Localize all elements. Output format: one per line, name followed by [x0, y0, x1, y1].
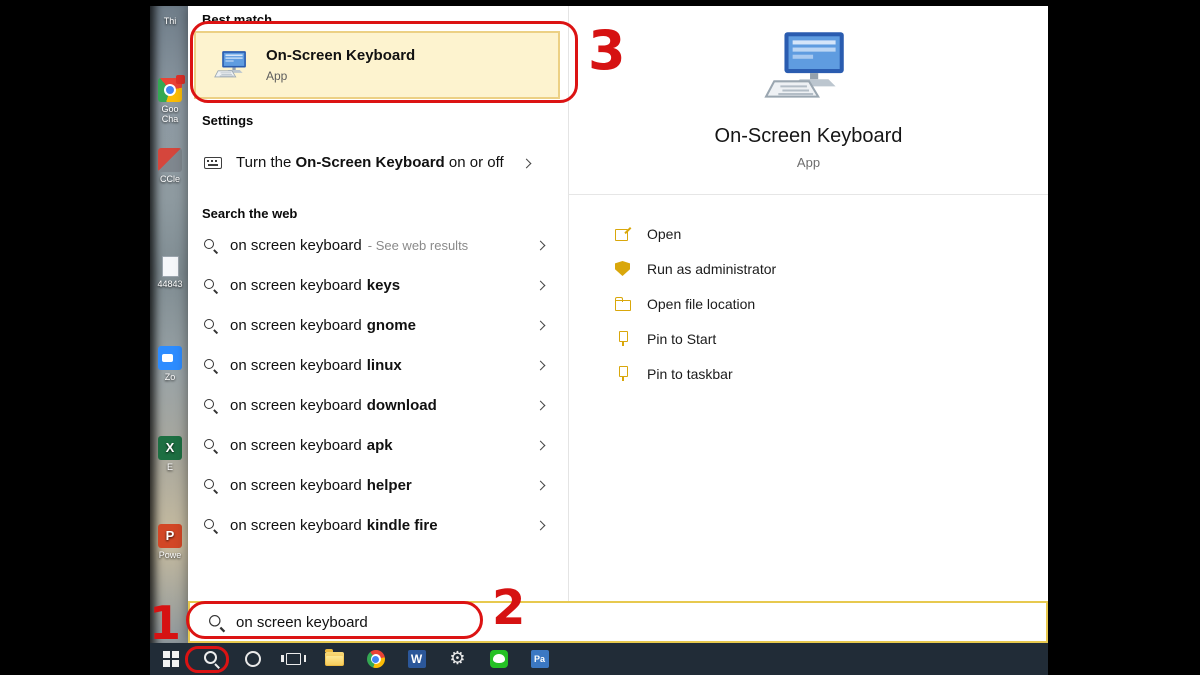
web-suggestion[interactable]: on screen keyboard- See web results [188, 225, 568, 265]
settings-result-osk-toggle[interactable]: Turn the On-Screen Keyboard on or off [188, 132, 568, 194]
line-button[interactable] [478, 643, 519, 675]
best-match-subtitle: App [266, 69, 415, 83]
chevron-right-icon [536, 240, 546, 250]
cortana-button[interactable] [232, 643, 273, 675]
search-input[interactable] [234, 613, 554, 632]
paint-icon: Pa [531, 650, 549, 668]
chevron-right-icon [536, 320, 546, 330]
search-box[interactable] [188, 601, 1048, 643]
action-open-file-location[interactable]: Open file location [615, 286, 1048, 321]
web-suggestion[interactable]: on screen keyboardgnome [188, 305, 568, 345]
search-icon [204, 279, 217, 292]
search-icon [204, 651, 220, 667]
chevron-right-icon [536, 480, 546, 490]
folder-icon [325, 652, 344, 666]
desktop-wallpaper: Thi Goo Cha CCle 44843 Zo E Powe [150, 6, 188, 643]
desktop-icon-zoom[interactable]: Zo [152, 346, 188, 382]
action-pin-to-start[interactable]: Pin to Start [615, 321, 1048, 356]
document-icon [162, 256, 179, 277]
on-screen-keyboard-icon [764, 30, 854, 106]
search-web-header: Search the web [188, 202, 568, 225]
web-suggestion[interactable]: on screen keyboardkindle fire [188, 505, 568, 545]
desktop-icon-google-chrome[interactable]: Goo Cha [152, 78, 188, 125]
desktop-icon-powerpoint[interactable]: Powe [152, 524, 188, 560]
preview-title: On-Screen Keyboard [569, 125, 1048, 148]
task-view-icon [286, 653, 301, 665]
pin-icon [615, 331, 630, 346]
settings-header: Settings [188, 109, 568, 132]
search-icon [204, 239, 217, 252]
folder-icon [615, 296, 630, 311]
search-icon [204, 399, 217, 412]
action-run-as-administrator[interactable]: Run as administrator [615, 251, 1048, 286]
desktop-icon-this-pc[interactable]: Thi [152, 16, 188, 26]
notification-badge [176, 75, 185, 84]
chevron-right-icon [536, 400, 546, 410]
context-actions: Open Run as administrator Open file loca… [569, 195, 1048, 391]
desktop-icon-file[interactable]: 44843 [152, 256, 188, 289]
paint-button[interactable]: Pa [519, 643, 560, 675]
search-icon [204, 359, 217, 372]
gear-icon [449, 650, 465, 668]
word-button[interactable]: W [396, 643, 437, 675]
ccleaner-icon [158, 148, 182, 172]
best-match-header: Best match [188, 8, 568, 31]
settings-button[interactable] [437, 643, 478, 675]
preview-panel: On-Screen Keyboard App Open Run as admin… [568, 6, 1048, 601]
cortana-icon [245, 651, 261, 667]
start-search-flyout: Best match On-Screen Keyboard App [188, 6, 1048, 643]
keyboard-icon [204, 157, 222, 169]
shield-icon [615, 261, 630, 276]
word-icon: W [408, 650, 426, 668]
search-icon [209, 615, 224, 630]
zoom-icon [158, 346, 182, 370]
best-match-result[interactable]: On-Screen Keyboard App [194, 31, 560, 99]
chevron-right-icon [536, 360, 546, 370]
open-icon [615, 226, 630, 241]
taskbar-search-button[interactable] [191, 643, 232, 675]
best-match-title: On-Screen Keyboard [266, 47, 415, 64]
taskbar: W Pa [150, 643, 1048, 675]
desktop-icon-excel[interactable]: E [152, 436, 188, 472]
powerpoint-icon [158, 524, 182, 548]
preview-subtitle: App [569, 155, 1048, 170]
search-icon [204, 319, 217, 332]
chrome-icon [158, 78, 182, 102]
excel-icon [158, 436, 182, 460]
settings-result-label: Turn the On-Screen Keyboard on or off [236, 152, 509, 175]
web-suggestion[interactable]: on screen keyboarddownload [188, 385, 568, 425]
chevron-right-icon [536, 520, 546, 530]
chrome-icon [367, 650, 385, 668]
search-icon [204, 439, 217, 452]
desktop-icon-ccleaner[interactable]: CCle [152, 148, 188, 184]
action-pin-to-taskbar[interactable]: Pin to taskbar [615, 356, 1048, 391]
screen: Thi Goo Cha CCle 44843 Zo E Powe [0, 0, 1200, 675]
web-suggestion[interactable]: on screen keyboardkeys [188, 265, 568, 305]
chevron-right-icon [536, 280, 546, 290]
search-results-column: Best match On-Screen Keyboard App [188, 6, 568, 601]
chevron-right-icon [536, 440, 546, 450]
web-suggestion[interactable]: on screen keyboardlinux [188, 345, 568, 385]
line-messenger-icon [490, 650, 508, 668]
chrome-button[interactable] [355, 643, 396, 675]
task-view-button[interactable] [273, 643, 314, 675]
action-open[interactable]: Open [615, 216, 1048, 251]
pin-icon [615, 366, 630, 381]
web-suggestion[interactable]: on screen keyboardhelper [188, 465, 568, 505]
start-button[interactable] [150, 643, 191, 675]
chevron-right-icon [522, 158, 532, 168]
on-screen-keyboard-icon [214, 50, 250, 81]
search-icon [204, 519, 217, 532]
search-icon [204, 479, 217, 492]
file-explorer-button[interactable] [314, 643, 355, 675]
windows-logo-icon [163, 651, 179, 667]
web-suggestion[interactable]: on screen keyboardapk [188, 425, 568, 465]
